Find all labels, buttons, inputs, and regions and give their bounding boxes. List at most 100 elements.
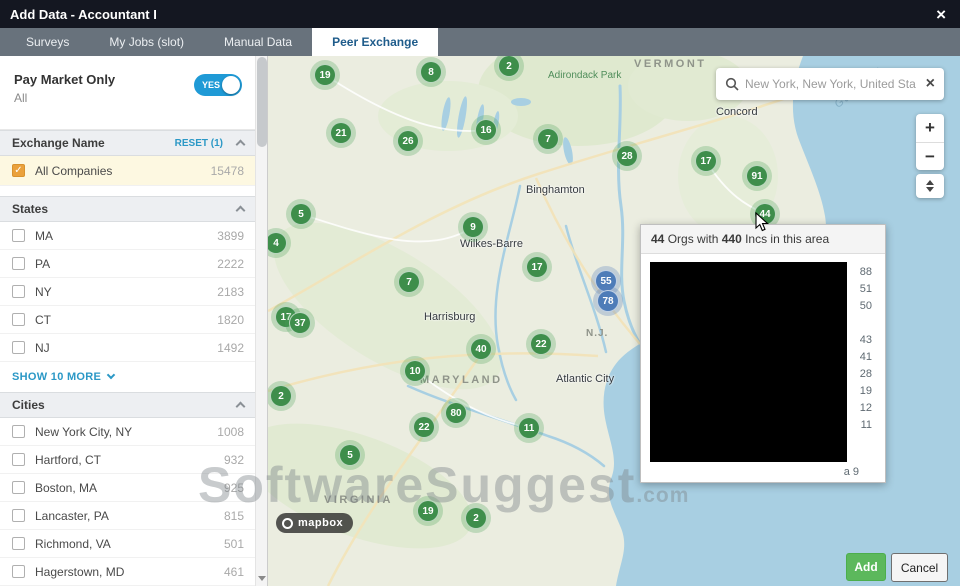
checkbox[interactable]	[12, 341, 25, 354]
tooltip-org-count: 44	[651, 232, 664, 246]
map-cluster-marker[interactable]: 7	[537, 128, 559, 150]
map-cluster-marker[interactable]: 17	[526, 256, 548, 278]
chevron-up-icon[interactable]	[236, 402, 246, 412]
filter-row[interactable]: Hagerstown, MD461	[0, 558, 256, 586]
map-cluster-marker[interactable]: 19	[417, 500, 439, 522]
zoom-controls: + −	[916, 114, 944, 170]
map-cluster-marker[interactable]: 7	[398, 271, 420, 293]
tooltip-count: 12	[860, 402, 872, 414]
pitch-toggle-button[interactable]	[916, 174, 944, 198]
filter-count: 3899	[217, 229, 244, 243]
map-cluster-marker[interactable]: 80	[445, 402, 467, 424]
filter-row[interactable]: MA3899	[0, 222, 256, 250]
map[interactable]: VERMONTAdirondack ParkConcordBinghamtonW…	[268, 56, 960, 586]
tab-surveys[interactable]: Surveys	[6, 28, 89, 56]
search-input[interactable]	[745, 77, 920, 91]
tab-my-jobs-slot-[interactable]: My Jobs (slot)	[89, 28, 204, 56]
map-cluster-marker[interactable]: 78	[597, 290, 619, 312]
section-header-cities[interactable]: Cities	[0, 392, 256, 418]
checkbox[interactable]	[12, 509, 25, 522]
filter-label: Hagerstown, MD	[35, 565, 224, 579]
checkbox-checked[interactable]: ✓	[12, 164, 25, 177]
map-cluster-marker[interactable]: 2	[465, 507, 487, 529]
filter-sidebar: Pay Market Only All YES Exchange Name RE…	[0, 56, 268, 586]
map-cluster-marker[interactable]: 17	[695, 150, 717, 172]
section-header-exchange-name[interactable]: Exchange Name RESET (1)	[0, 130, 256, 156]
toggle-label: YES	[202, 80, 220, 90]
scrollbar-thumb[interactable]	[257, 57, 267, 147]
map-cluster-marker[interactable]: 37	[289, 312, 311, 334]
map-cluster-marker[interactable]: 5	[339, 444, 361, 466]
checkbox[interactable]	[12, 537, 25, 550]
filter-row[interactable]: Lancaster, PA815	[0, 502, 256, 530]
checkbox[interactable]	[12, 481, 25, 494]
filter-row[interactable]: Hartford, CT932	[0, 446, 256, 474]
filter-row[interactable]: ✓All Companies15478	[0, 156, 256, 186]
filter-label: CT	[35, 313, 217, 327]
map-cluster-marker[interactable]: 16	[475, 119, 497, 141]
map-label: MARYLAND	[420, 374, 503, 386]
show-more-link[interactable]: SHOW 10 MORE	[0, 362, 256, 392]
map-cluster-marker[interactable]: 5	[290, 203, 312, 225]
checkbox[interactable]	[12, 285, 25, 298]
checkbox[interactable]	[12, 425, 25, 438]
sidebar-scrollbar[interactable]	[255, 56, 267, 586]
map-cluster-marker[interactable]: 40	[470, 338, 492, 360]
tooltip-header: 44 Orgs with 440 Incs in this area	[641, 225, 885, 254]
map-cluster-marker[interactable]: 21	[330, 122, 352, 144]
checkbox[interactable]	[12, 565, 25, 578]
mapbox-attribution[interactable]: mapbox	[276, 513, 353, 533]
clear-search-icon[interactable]: ×	[926, 76, 935, 92]
checkbox[interactable]	[12, 313, 25, 326]
filter-count: 461	[224, 565, 244, 579]
map-cluster-marker[interactable]: 26	[397, 130, 419, 152]
pay-market-toggle[interactable]: YES	[194, 74, 242, 96]
reset-link[interactable]: RESET (1)	[175, 138, 223, 149]
toggle-knob	[222, 76, 240, 94]
filter-label: Richmond, VA	[35, 537, 224, 551]
map-cluster-marker[interactable]: 8	[420, 61, 442, 83]
zoom-in-button[interactable]: +	[916, 114, 944, 142]
map-cluster-marker[interactable]: 28	[616, 145, 638, 167]
zoom-out-button[interactable]: −	[916, 142, 944, 170]
map-cluster-marker[interactable]: 44	[754, 203, 776, 225]
filter-row[interactable]: Richmond, VA501	[0, 530, 256, 558]
pay-market-block: Pay Market Only All YES	[0, 56, 256, 130]
filter-count: 815	[224, 509, 244, 523]
map-tooltip: 44 Orgs with 440 Incs in this area a 9 8…	[640, 224, 886, 483]
checkbox[interactable]	[12, 453, 25, 466]
map-cluster-marker[interactable]: 22	[413, 416, 435, 438]
filter-row[interactable]: Boston, MA925	[0, 474, 256, 502]
map-cluster-marker[interactable]: 2	[270, 385, 292, 407]
cancel-button[interactable]: Cancel	[891, 553, 948, 582]
filter-row[interactable]: NJ1492	[0, 334, 256, 362]
chevron-up-icon[interactable]	[236, 140, 246, 150]
map-label: Atlantic City	[556, 373, 614, 385]
map-cluster-marker[interactable]: 9	[462, 216, 484, 238]
map-cluster-marker[interactable]: 10	[404, 360, 426, 382]
filter-row[interactable]: New York City, NY1008	[0, 418, 256, 446]
scrollbar-down-arrow[interactable]	[256, 570, 268, 586]
close-icon[interactable]: ×	[932, 6, 950, 23]
section-header-states[interactable]: States	[0, 196, 256, 222]
filter-row[interactable]: NY2183	[0, 278, 256, 306]
tooltip-partial-text: a 9	[844, 466, 859, 478]
chevron-up-icon[interactable]	[236, 206, 246, 216]
map-cluster-marker[interactable]: 91	[746, 165, 768, 187]
checkbox[interactable]	[12, 229, 25, 242]
tooltip-count: 41	[860, 351, 872, 363]
checkbox[interactable]	[12, 257, 25, 270]
map-cluster-marker[interactable]: 55	[595, 270, 617, 292]
tab-manual-data[interactable]: Manual Data	[204, 28, 312, 56]
map-cluster-marker[interactable]: 11	[518, 417, 540, 439]
map-cluster-marker[interactable]: 2	[498, 56, 520, 77]
tab-peer-exchange[interactable]: Peer Exchange	[312, 28, 438, 56]
filter-count: 2183	[217, 285, 244, 299]
modal-titlebar: Add Data - Accountant I ×	[0, 0, 960, 28]
redaction-overlay	[650, 262, 847, 462]
filter-row[interactable]: CT1820	[0, 306, 256, 334]
add-button[interactable]: Add	[846, 553, 886, 581]
filter-row[interactable]: PA2222	[0, 250, 256, 278]
map-cluster-marker[interactable]: 22	[530, 333, 552, 355]
map-cluster-marker[interactable]: 19	[314, 64, 336, 86]
